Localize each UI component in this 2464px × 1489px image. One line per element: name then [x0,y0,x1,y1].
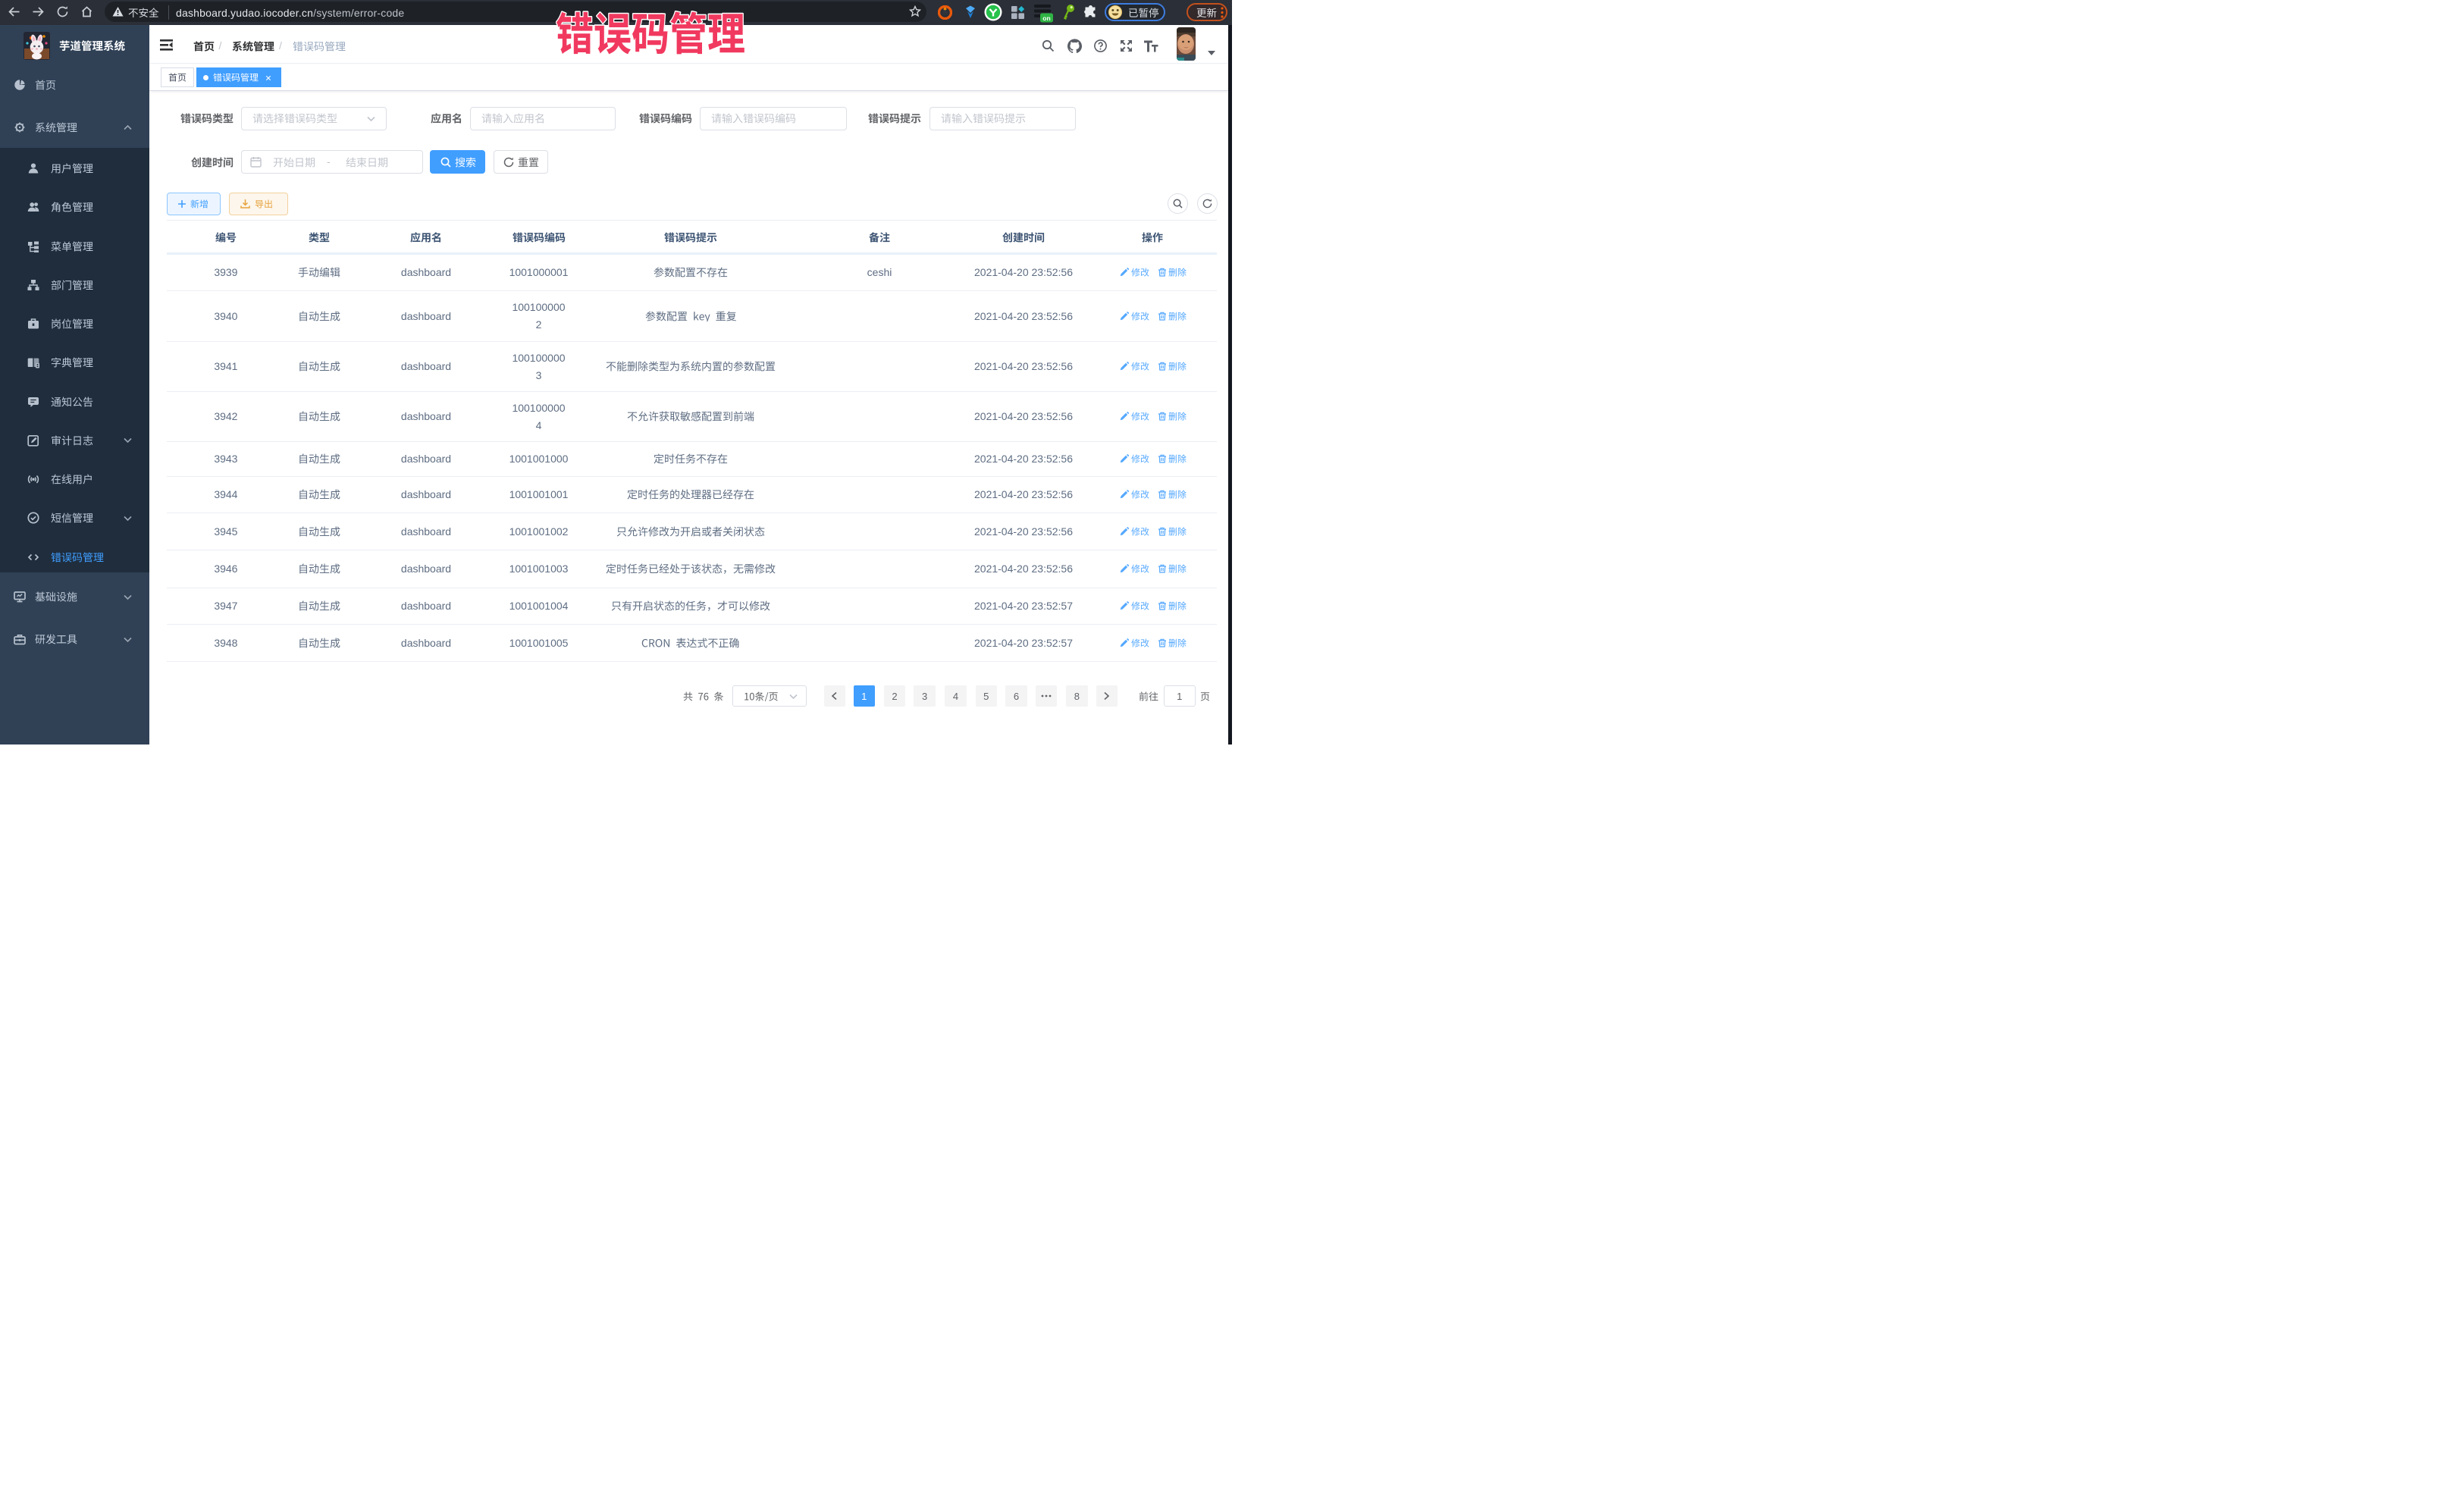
svg-text:on: on [1042,14,1050,21]
